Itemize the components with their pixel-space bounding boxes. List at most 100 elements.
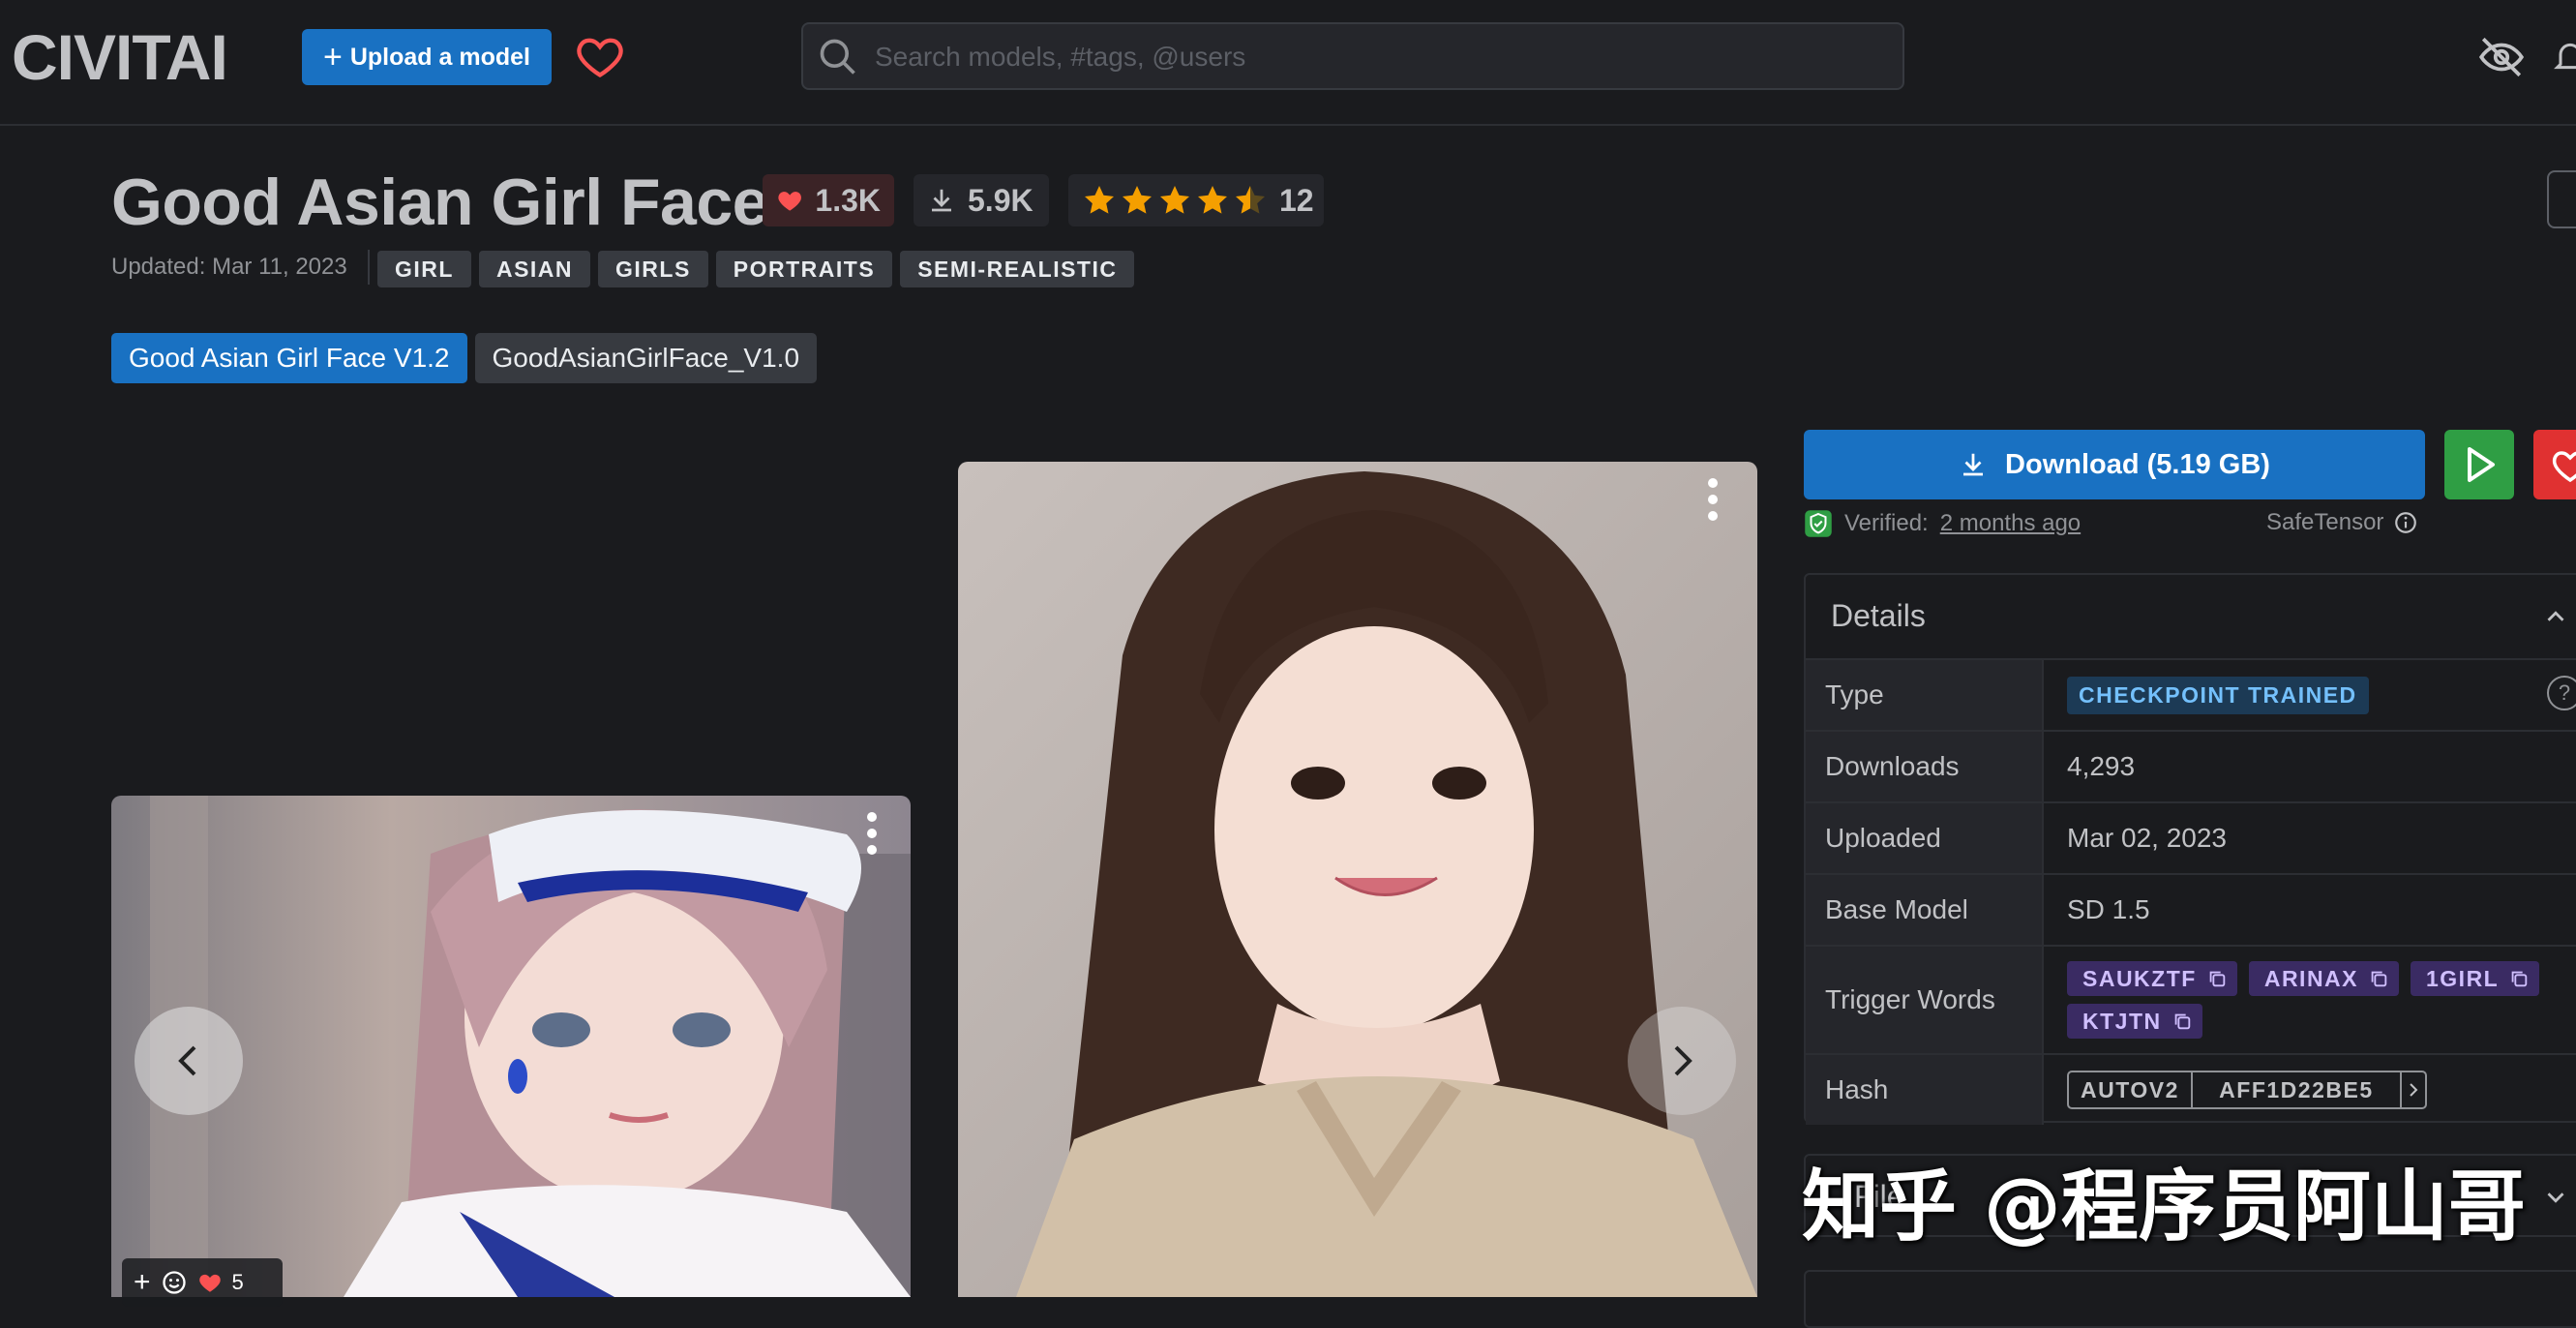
- star-icon: [1123, 186, 1152, 214]
- download-button[interactable]: Download (5.19 GB): [1804, 430, 2425, 499]
- trigger-word-chip[interactable]: 1GIRL: [2411, 961, 2540, 996]
- download-label: Download (5.19 GB): [2005, 448, 2270, 480]
- downloads-count: 5.9K: [968, 182, 1033, 218]
- rating-badge[interactable]: 12: [1068, 174, 1324, 226]
- safetensor-info: SafeTensor: [2266, 509, 2418, 536]
- bell-icon[interactable]: [2551, 31, 2576, 81]
- reaction-count: 5: [231, 1270, 244, 1294]
- run-button[interactable]: [2444, 430, 2514, 499]
- detail-label: Uploaded: [1806, 803, 2044, 873]
- collapsed-panel[interactable]: [1804, 1270, 2576, 1328]
- info-icon[interactable]: [2393, 510, 2418, 535]
- detail-label: Type: [1806, 660, 2044, 730]
- copy-icon[interactable]: [2508, 968, 2530, 989]
- version-tab-v1-2[interactable]: Good Asian Girl Face V1.2: [111, 333, 467, 383]
- detail-label: Base Model: [1806, 875, 2044, 945]
- tag-chip[interactable]: GIRL: [377, 251, 471, 287]
- heart-filled-icon: [778, 192, 801, 211]
- hash-algorithm[interactable]: AUTOV2: [2069, 1072, 2193, 1107]
- smiley-icon[interactable]: [161, 1269, 188, 1296]
- type-badge: CHECKPOINT TRAINED: [2067, 676, 2369, 714]
- tag-chip[interactable]: PORTRAITS: [715, 251, 893, 287]
- help-icon[interactable]: ?: [2547, 676, 2576, 710]
- download-icon: [932, 189, 951, 212]
- copy-icon[interactable]: [2172, 1011, 2193, 1032]
- star-icon: [1198, 186, 1227, 214]
- chevron-up-icon[interactable]: [2541, 602, 2570, 631]
- watermark-text: 知乎 @程序员阿山哥: [1802, 1162, 2526, 1252]
- tag-chip[interactable]: SEMI-REALISTIC: [900, 251, 1135, 287]
- star-icon: [1160, 186, 1189, 214]
- download-icon: [1963, 453, 1984, 476]
- carousel-prev-button[interactable]: [135, 1007, 243, 1115]
- downloads-badge: 5.9K: [914, 174, 1049, 226]
- shield-check-icon: [1805, 510, 1832, 537]
- hash-value[interactable]: AFF1D22BE5: [2193, 1072, 2402, 1107]
- detail-row-base-model: Base Model SD 1.5: [1806, 875, 2576, 947]
- logo-text: CIVITAI: [12, 25, 227, 87]
- safetensor-label: SafeTensor: [2266, 509, 2384, 535]
- star-icon: [1085, 186, 1114, 214]
- search-icon: [820, 39, 855, 75]
- portrait-image: [958, 462, 1757, 1297]
- trigger-word-list: SAUKZTF ARINAX 1GIRL KTJTN: [2067, 961, 2576, 1039]
- details-title: Details: [1831, 598, 1926, 633]
- detail-label: Downloads: [1806, 732, 2044, 801]
- verified-prefix: Verified:: [1844, 510, 1929, 536]
- reaction-bar[interactable]: + 5: [122, 1258, 283, 1307]
- heart-reaction-icon: [198, 1274, 221, 1292]
- trigger-word-chip[interactable]: ARINAX: [2248, 961, 2399, 996]
- detail-row-downloads: Downloads 4,293: [1806, 732, 2576, 803]
- add-reaction-icon[interactable]: +: [134, 1266, 151, 1299]
- updated-date: Updated: Mar 11, 2023: [111, 254, 347, 280]
- carousel-next-button[interactable]: [1628, 1007, 1736, 1115]
- upload-model-button[interactable]: + Upload a model: [302, 29, 552, 85]
- detail-row-hash: Hash AUTOV2 AFF1D22BE5: [1806, 1055, 2576, 1125]
- detail-row-uploaded: Uploaded Mar 02, 2023: [1806, 803, 2576, 875]
- detail-label: Hash: [1806, 1055, 2044, 1125]
- play-icon: [2468, 447, 2495, 482]
- star-half-icon: [1236, 186, 1265, 214]
- plus-icon: +: [323, 39, 343, 75]
- image-menu-icon[interactable]: [866, 811, 878, 856]
- civitai-logo[interactable]: CIVITAI: [12, 25, 283, 87]
- likes-count: 1.3K: [815, 182, 881, 218]
- top-header: CIVITAI + Upload a model: [0, 0, 2576, 126]
- model-title: Good Asian Girl Face: [111, 166, 768, 239]
- chevron-right-icon: [1674, 1045, 1692, 1076]
- search-bar[interactable]: [801, 22, 1904, 90]
- trigger-word-chip[interactable]: SAUKZTF: [2067, 961, 2237, 996]
- verified-date-link[interactable]: 2 months ago: [1940, 510, 2081, 537]
- gallery-image-2[interactable]: [958, 462, 1757, 1297]
- trigger-word-chip[interactable]: KTJTN: [2067, 1004, 2202, 1039]
- more-menu-button[interactable]: [2547, 170, 2576, 228]
- tag-chip[interactable]: GIRLS: [598, 251, 708, 287]
- copy-icon[interactable]: [2368, 968, 2389, 989]
- heart-icon[interactable]: [573, 31, 627, 81]
- tag-chip[interactable]: ASIAN: [478, 251, 591, 287]
- divider: [368, 250, 370, 285]
- details-panel: Details Type CHECKPOINT TRAINED ? Downlo…: [1804, 573, 2576, 1125]
- upload-label: Upload a model: [349, 43, 530, 71]
- image-menu-icon[interactable]: [1707, 477, 1719, 522]
- details-header[interactable]: Details: [1806, 575, 2576, 660]
- rating-count: 12: [1279, 182, 1314, 218]
- favorite-button[interactable]: [2533, 430, 2576, 499]
- tag-list: GIRL ASIAN GIRLS PORTRAITS SEMI-REALISTI…: [377, 251, 1135, 287]
- detail-value: Mar 02, 2023: [2067, 823, 2227, 853]
- chevron-right-icon[interactable]: [2402, 1072, 2425, 1107]
- hash-selector[interactable]: AUTOV2 AFF1D22BE5: [2067, 1071, 2427, 1109]
- detail-value: SD 1.5: [2067, 894, 2150, 924]
- copy-icon[interactable]: [2206, 968, 2228, 989]
- rating-stars: [1082, 183, 1268, 218]
- verified-status: Verified: 2 months ago: [1804, 509, 2081, 538]
- detail-row-trigger-words: Trigger Words SAUKZTF ARINAX 1GIRL KTJTN: [1806, 947, 2576, 1055]
- chevron-left-icon: [178, 1045, 196, 1076]
- search-input[interactable]: [873, 32, 1883, 82]
- likes-badge[interactable]: 1.3K: [763, 174, 894, 226]
- chevron-down-icon[interactable]: [2541, 1183, 2570, 1212]
- eye-off-icon[interactable]: [2477, 33, 2526, 81]
- version-tab-v1-0[interactable]: GoodAsianGirlFace_V1.0: [474, 333, 818, 383]
- heart-icon: [2552, 451, 2576, 483]
- detail-label: Trigger Words: [1806, 947, 2044, 1053]
